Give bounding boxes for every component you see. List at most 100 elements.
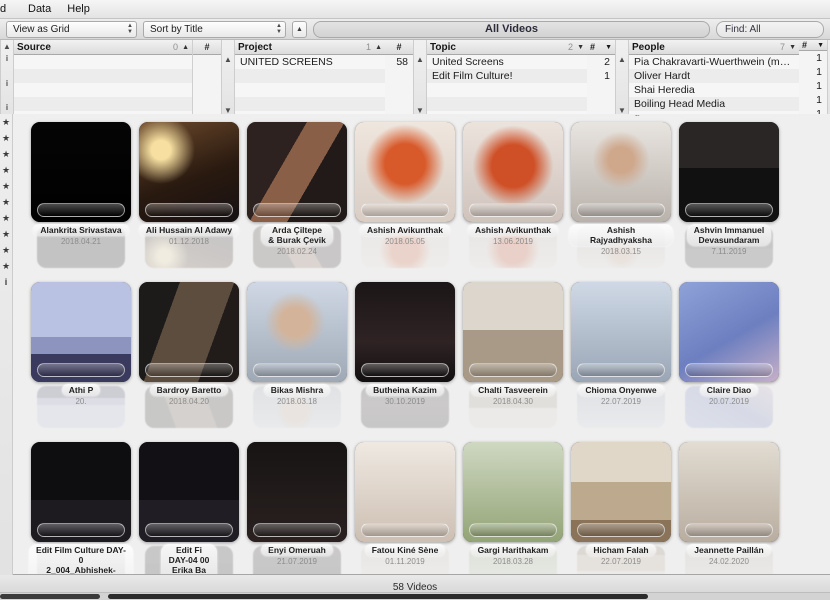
video-grid-item[interactable]: Enyi Omeruah 21.07.2019 bbox=[243, 434, 351, 575]
menu-item-0[interactable]: d bbox=[0, 0, 20, 18]
list-item[interactable]: Oliver Hardt bbox=[629, 69, 799, 83]
skimming-scrubber[interactable] bbox=[145, 523, 233, 537]
skimming-scrubber[interactable] bbox=[577, 363, 665, 377]
video-grid-item[interactable]: Ali Hussain Al Adawy 01.12.2018 bbox=[135, 114, 243, 274]
hash-icon[interactable]: # bbox=[193, 40, 221, 55]
filter-icon[interactable]: ▼ bbox=[817, 42, 824, 49]
star-icon[interactable]: ★ bbox=[0, 194, 12, 210]
list-item[interactable]: Edit Film Culture! bbox=[427, 69, 587, 83]
video-thumbnail[interactable] bbox=[247, 282, 347, 382]
star-icon[interactable]: ★ bbox=[0, 258, 12, 274]
star-icon[interactable]: ★ bbox=[0, 162, 12, 178]
star-icon[interactable]: ★ bbox=[0, 242, 12, 258]
chevron-up-icon[interactable]: ▲ bbox=[224, 56, 232, 64]
skimming-scrubber[interactable] bbox=[253, 523, 341, 537]
video-thumbnail[interactable] bbox=[139, 122, 239, 222]
skimming-scrubber[interactable] bbox=[577, 523, 665, 537]
skimming-scrubber[interactable] bbox=[469, 523, 557, 537]
skimming-scrubber[interactable] bbox=[37, 363, 125, 377]
sort-mode-dropdown[interactable]: Sort by Title ▲ ▼ bbox=[143, 20, 286, 38]
chevron-down-icon[interactable]: ▼ bbox=[618, 107, 626, 115]
video-thumbnail[interactable] bbox=[571, 442, 671, 542]
skimming-scrubber[interactable] bbox=[469, 203, 557, 217]
list-item[interactable]: UNITED SCREENS bbox=[235, 55, 385, 69]
skimming-scrubber[interactable] bbox=[685, 203, 773, 217]
video-thumbnail[interactable] bbox=[679, 282, 779, 382]
sort-indicator-icon[interactable]: ▼ bbox=[789, 44, 796, 51]
star-icon[interactable]: ★ bbox=[0, 146, 12, 162]
info-icon[interactable]: i bbox=[0, 274, 12, 290]
skimming-scrubber[interactable] bbox=[361, 363, 449, 377]
scrollbar-track-left[interactable] bbox=[0, 594, 100, 599]
video-grid-item[interactable]: Hicham Falah 22.07.2019 bbox=[567, 434, 675, 575]
skimming-scrubber[interactable] bbox=[361, 523, 449, 537]
video-thumbnail[interactable] bbox=[355, 442, 455, 542]
list-item[interactable]: Shai Heredia bbox=[629, 83, 799, 97]
video-thumbnail[interactable] bbox=[679, 122, 779, 222]
video-thumbnail[interactable] bbox=[463, 282, 563, 382]
skimming-scrubber[interactable] bbox=[37, 523, 125, 537]
skimming-scrubber[interactable] bbox=[469, 363, 557, 377]
video-thumbnail[interactable] bbox=[355, 122, 455, 222]
video-grid-item[interactable]: Chalti Tasveerein 2018.04.30 bbox=[459, 274, 567, 434]
video-grid-item[interactable]: Edit Film Culture DAY-02_004_Abhishek-Ni… bbox=[27, 434, 135, 575]
view-mode-dropdown[interactable]: View as Grid ▲ ▼ bbox=[6, 20, 137, 38]
video-grid-item[interactable]: Ashvin Immanuel Devasundaram 7.11.2019 bbox=[675, 114, 783, 274]
sort-direction-button[interactable]: ▲ bbox=[292, 20, 307, 38]
skimming-scrubber[interactable] bbox=[577, 203, 665, 217]
video-grid-item[interactable]: Athi P 20. bbox=[27, 274, 135, 434]
video-thumbnail[interactable] bbox=[247, 122, 347, 222]
star-icon[interactable]: ★ bbox=[0, 210, 12, 226]
skimming-scrubber[interactable] bbox=[685, 523, 773, 537]
scrollbar-thumb-horizontal[interactable] bbox=[108, 594, 648, 599]
browser-column-people[interactable]: People 7 ▼ Pia Chakravarti-Wuerthwein (m… bbox=[629, 40, 799, 116]
column-list-topic[interactable]: United Screens Edit Film Culture! bbox=[427, 55, 587, 116]
skimming-scrubber[interactable] bbox=[685, 363, 773, 377]
info-icon[interactable]: i bbox=[6, 77, 8, 89]
list-item[interactable]: Boiling Head Media bbox=[629, 97, 799, 111]
skimming-scrubber[interactable] bbox=[145, 363, 233, 377]
skimming-scrubber[interactable] bbox=[37, 203, 125, 217]
video-thumbnail[interactable] bbox=[31, 122, 131, 222]
column-header-project[interactable]: Project 1 ▲ bbox=[235, 40, 385, 55]
column-header-source[interactable]: Source 0 ▲ bbox=[14, 40, 192, 55]
chevron-down-icon[interactable]: ▼ bbox=[224, 107, 232, 115]
sort-indicator-icon[interactable]: ▲ bbox=[375, 44, 382, 51]
video-grid-item[interactable]: Ashish Avikunthak 2018.05.05 bbox=[351, 114, 459, 274]
star-icon[interactable]: ★ bbox=[0, 130, 12, 146]
hash-icon[interactable]: # bbox=[385, 40, 413, 55]
chevron-up-icon[interactable]: ▲ bbox=[416, 56, 424, 64]
video-thumbnail[interactable] bbox=[463, 442, 563, 542]
column-header-people[interactable]: People 7 ▼ bbox=[629, 40, 799, 55]
video-thumbnail[interactable] bbox=[31, 442, 131, 542]
video-thumbnail[interactable] bbox=[139, 282, 239, 382]
info-icon[interactable]: i bbox=[6, 52, 8, 64]
column-list-people[interactable]: Pia Chakravarti-Wuerthwein (moder… Olive… bbox=[629, 55, 799, 116]
video-grid-item[interactable]: Butheina Kazim 30.10.2019 bbox=[351, 274, 459, 434]
video-thumbnail[interactable] bbox=[31, 282, 131, 382]
video-grid-item[interactable]: Chioma Onyenwe 22.07.2019 bbox=[567, 274, 675, 434]
list-item[interactable]: q bbox=[629, 111, 799, 116]
info-icon[interactable]: i bbox=[6, 102, 8, 114]
video-thumbnail[interactable] bbox=[139, 442, 239, 542]
browser-column-project[interactable]: Project 1 ▲ UNITED SCREENS bbox=[235, 40, 385, 116]
star-icon[interactable]: ★ bbox=[0, 114, 12, 130]
video-thumbnail[interactable] bbox=[571, 122, 671, 222]
skimming-scrubber[interactable] bbox=[253, 363, 341, 377]
video-grid-item[interactable]: Ashish Rajyadhyaksha 2018.03.15 bbox=[567, 114, 675, 274]
star-icon[interactable]: ★ bbox=[0, 178, 12, 194]
sort-indicator-icon[interactable]: ▼ bbox=[577, 44, 584, 51]
horizontal-scrollbar[interactable] bbox=[0, 592, 830, 600]
scroll-gutter-topic[interactable]: ▲ ▼ bbox=[615, 40, 629, 116]
column-list-source[interactable] bbox=[14, 55, 192, 116]
video-grid-item[interactable]: Bardroy Baretto 2018.04.20 bbox=[135, 274, 243, 434]
video-grid-item[interactable]: Fatou Kiné Sène 01.11.2019 bbox=[351, 434, 459, 575]
skimming-scrubber[interactable] bbox=[145, 203, 233, 217]
chevron-up-icon[interactable]: ▲ bbox=[618, 56, 626, 64]
skimming-scrubber[interactable] bbox=[361, 203, 449, 217]
hash-icon[interactable]: # bbox=[802, 40, 807, 50]
list-item[interactable]: United Screens bbox=[427, 55, 587, 69]
scroll-gutter-project[interactable]: ▲ ▼ bbox=[413, 40, 427, 116]
video-thumbnail[interactable] bbox=[463, 122, 563, 222]
rating-rail[interactable]: ★ ★ ★ ★ ★ ★ ★ ★ ★ ★ i bbox=[0, 114, 13, 575]
